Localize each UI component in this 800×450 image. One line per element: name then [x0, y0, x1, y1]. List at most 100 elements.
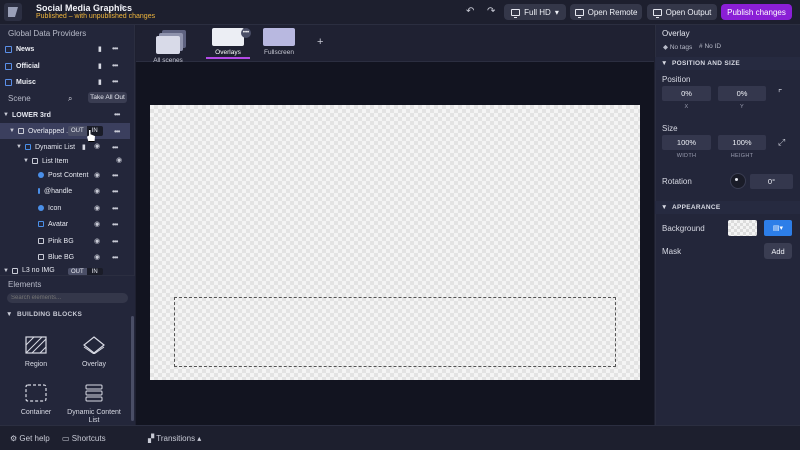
scene-tab-fullscreen[interactable]: Fullscreen [257, 28, 301, 56]
tree-row[interactable]: @handle [0, 183, 130, 199]
tags-indicator[interactable]: ◆ No tags [663, 43, 692, 51]
inspector-title: Overlay [662, 29, 690, 38]
eye-icon[interactable]: ◉ [116, 156, 122, 164]
position-x-input[interactable]: 0% [662, 86, 711, 101]
transitions-toggle[interactable]: ▞ Transitions ▴ [148, 434, 201, 443]
eye-icon[interactable]: ◉ [94, 204, 100, 212]
edit-title-icon[interactable]: ✎ [119, 3, 126, 12]
take-all-out-button[interactable]: Take All Out [88, 92, 127, 103]
anchor-icon[interactable]: ⌜ [778, 88, 782, 99]
tree-row[interactable]: Avatar [0, 216, 130, 232]
rotation-knob[interactable] [730, 173, 746, 189]
shortcuts-link[interactable]: ▭ Shortcuts [62, 434, 106, 443]
out-label[interactable]: OUT [68, 126, 87, 136]
caret-down-icon[interactable]: ▼ [3, 112, 9, 118]
trash-icon[interactable]: ▮ [98, 78, 102, 86]
eye-icon[interactable]: ◉ [94, 142, 100, 150]
block-container[interactable]: Container [8, 384, 64, 416]
add-scene-button[interactable]: + [317, 36, 323, 48]
app-logo-icon[interactable] [4, 3, 22, 21]
caret-down-icon[interactable]: ▼ [9, 128, 15, 134]
tree-label: Dynamic List [34, 143, 76, 151]
trash-icon[interactable]: ▮ [98, 62, 102, 70]
appearance-section[interactable]: ▼ APPEARANCE [655, 201, 800, 214]
more-icon[interactable]: ••• [112, 61, 118, 70]
container-icon [25, 384, 47, 402]
resize-icon[interactable]: ⤢ [778, 137, 785, 148]
scene-group-row[interactable]: ▼ LOWER 3rd [0, 107, 130, 123]
building-blocks-section[interactable]: ▼ BUILDING BLOCKS [6, 311, 82, 318]
more-icon[interactable]: ••• [112, 237, 118, 246]
elements-scrollbar[interactable] [131, 316, 134, 421]
help-label: Get help [19, 434, 50, 443]
database-icon [5, 62, 12, 70]
redo-icon[interactable]: ↷ [487, 6, 495, 17]
scene-tab-all[interactable]: All scenes [146, 30, 190, 64]
in-label[interactable]: IN [86, 268, 103, 275]
selected-region-outline[interactable] [174, 297, 616, 367]
add-mask-button[interactable]: Add [764, 243, 792, 259]
tree-row[interactable]: Blue BG [0, 249, 130, 265]
more-icon[interactable]: ••• [112, 44, 118, 53]
publish-button[interactable]: Publish changes [721, 4, 792, 20]
height-input[interactable]: 100% [718, 135, 766, 150]
undo-icon[interactable]: ↶ [466, 6, 474, 17]
scene-row-l3[interactable]: ▼ L3 no IMG [0, 266, 130, 275]
open-remote-button[interactable]: Open Remote [570, 4, 642, 20]
eye-icon[interactable]: ◉ [94, 220, 100, 228]
more-icon[interactable]: ••• [114, 110, 120, 119]
scene-row-overlapped[interactable]: ▼ Overlapped ... [0, 123, 130, 139]
more-icon[interactable]: ••• [112, 171, 118, 180]
project-title[interactable]: Social Media Graphics [36, 3, 132, 13]
elements-search-input[interactable] [7, 293, 128, 303]
get-help-link[interactable]: ⚙ Get help [10, 434, 50, 443]
size-label: Size [662, 124, 678, 133]
resolution-dropdown[interactable]: Full HD ▾ [504, 4, 566, 20]
data-provider-item[interactable]: Muisc [0, 74, 130, 90]
more-icon[interactable]: ••• [114, 127, 120, 136]
out-label[interactable]: OUT [68, 268, 87, 275]
background-source-button[interactable]: ▤ ▾ [764, 220, 792, 236]
position-y-input[interactable]: 0% [718, 86, 766, 101]
id-indicator[interactable]: # No ID [699, 43, 721, 50]
position-size-section[interactable]: ▼ POSITION AND SIZE [655, 57, 800, 70]
block-overlay[interactable]: Overlay [66, 336, 122, 368]
background-swatch[interactable] [728, 220, 757, 236]
top-bar: Social Media Graphics ✎ Published – with… [0, 0, 800, 25]
list-icon [24, 144, 31, 150]
trash-icon[interactable]: ▮ [98, 45, 102, 53]
data-provider-item[interactable]: News [0, 41, 130, 57]
caret-down-icon[interactable]: ▼ [23, 158, 29, 164]
width-input[interactable]: 100% [662, 135, 711, 150]
eye-icon[interactable]: ◉ [94, 171, 100, 179]
eye-icon[interactable]: ◉ [94, 237, 100, 245]
open-output-button[interactable]: Open Output [647, 4, 717, 20]
more-icon[interactable]: ••• [112, 143, 118, 152]
out-in-toggle[interactable]: OUT IN [68, 126, 103, 136]
more-icon[interactable]: ••• [112, 204, 118, 213]
caret-down-icon[interactable]: ▼ [16, 144, 22, 150]
eye-icon[interactable]: ◉ [94, 253, 100, 261]
tree-row[interactable]: Icon [0, 200, 130, 216]
id-label: No ID [704, 43, 722, 50]
scene-options-icon[interactable]: ••• [241, 28, 251, 38]
more-icon[interactable]: ••• [112, 187, 118, 196]
x-sublabel: X [684, 104, 689, 110]
region-icon [25, 336, 47, 354]
tree-row[interactable]: Pink BG [0, 233, 130, 249]
out-in-toggle[interactable]: OUT IN [68, 268, 103, 275]
eye-icon[interactable]: ◉ [94, 187, 100, 195]
data-provider-label: News [16, 45, 35, 53]
block-region[interactable]: Region [8, 336, 64, 368]
more-icon[interactable]: ••• [112, 220, 118, 229]
more-icon[interactable]: ••• [112, 77, 118, 86]
more-icon[interactable]: ••• [112, 253, 118, 262]
search-icon[interactable]: ⌕ [68, 94, 72, 104]
block-dynamic-list[interactable]: Dynamic Content List [66, 384, 122, 425]
trash-icon[interactable]: ▮ [82, 143, 86, 151]
resolution-label: Full HD [524, 7, 551, 17]
tree-row[interactable]: Post Content [0, 167, 130, 183]
data-provider-item[interactable]: Official [0, 58, 130, 74]
caret-down-icon[interactable]: ▼ [3, 268, 9, 274]
rotation-input[interactable]: 0° [750, 174, 793, 189]
